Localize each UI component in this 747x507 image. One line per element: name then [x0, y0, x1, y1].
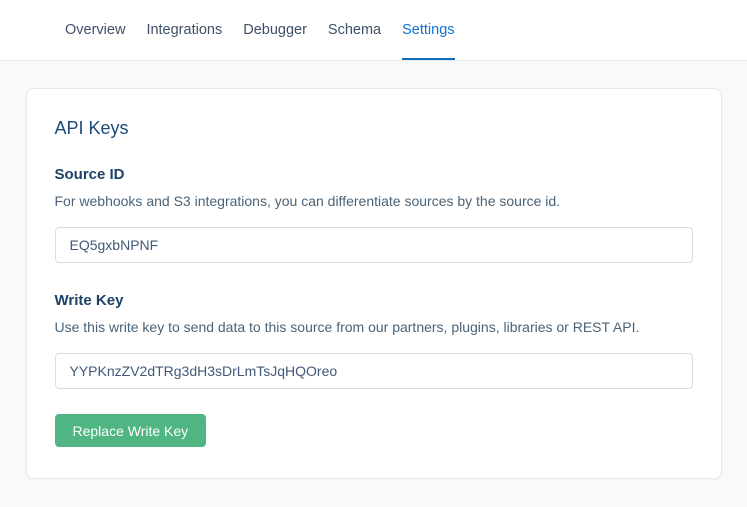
tab-list: Overview Integrations Debugger Schema Se… [65, 0, 455, 60]
card-title: API Keys [55, 118, 693, 139]
settings-page: API Keys Source ID For webhooks and S3 i… [0, 88, 747, 479]
source-id-label: Source ID [55, 166, 693, 183]
write-key-input[interactable] [55, 353, 693, 389]
write-key-description: Use this write key to send data to this … [55, 319, 693, 335]
tab-settings[interactable]: Settings [402, 0, 454, 60]
source-id-input[interactable] [55, 227, 693, 263]
tab-integrations[interactable]: Integrations [146, 0, 222, 60]
write-key-section: Write Key Use this write key to send dat… [55, 292, 693, 389]
tab-debugger[interactable]: Debugger [243, 0, 307, 60]
tab-bar: Overview Integrations Debugger Schema Se… [0, 0, 747, 61]
replace-write-key-button[interactable]: Replace Write Key [55, 414, 207, 447]
source-id-section: Source ID For webhooks and S3 integratio… [55, 166, 693, 263]
write-key-label: Write Key [55, 292, 693, 309]
api-keys-card: API Keys Source ID For webhooks and S3 i… [26, 88, 722, 479]
source-id-description: For webhooks and S3 integrations, you ca… [55, 193, 693, 209]
tab-overview[interactable]: Overview [65, 0, 125, 60]
tab-schema[interactable]: Schema [328, 0, 381, 60]
